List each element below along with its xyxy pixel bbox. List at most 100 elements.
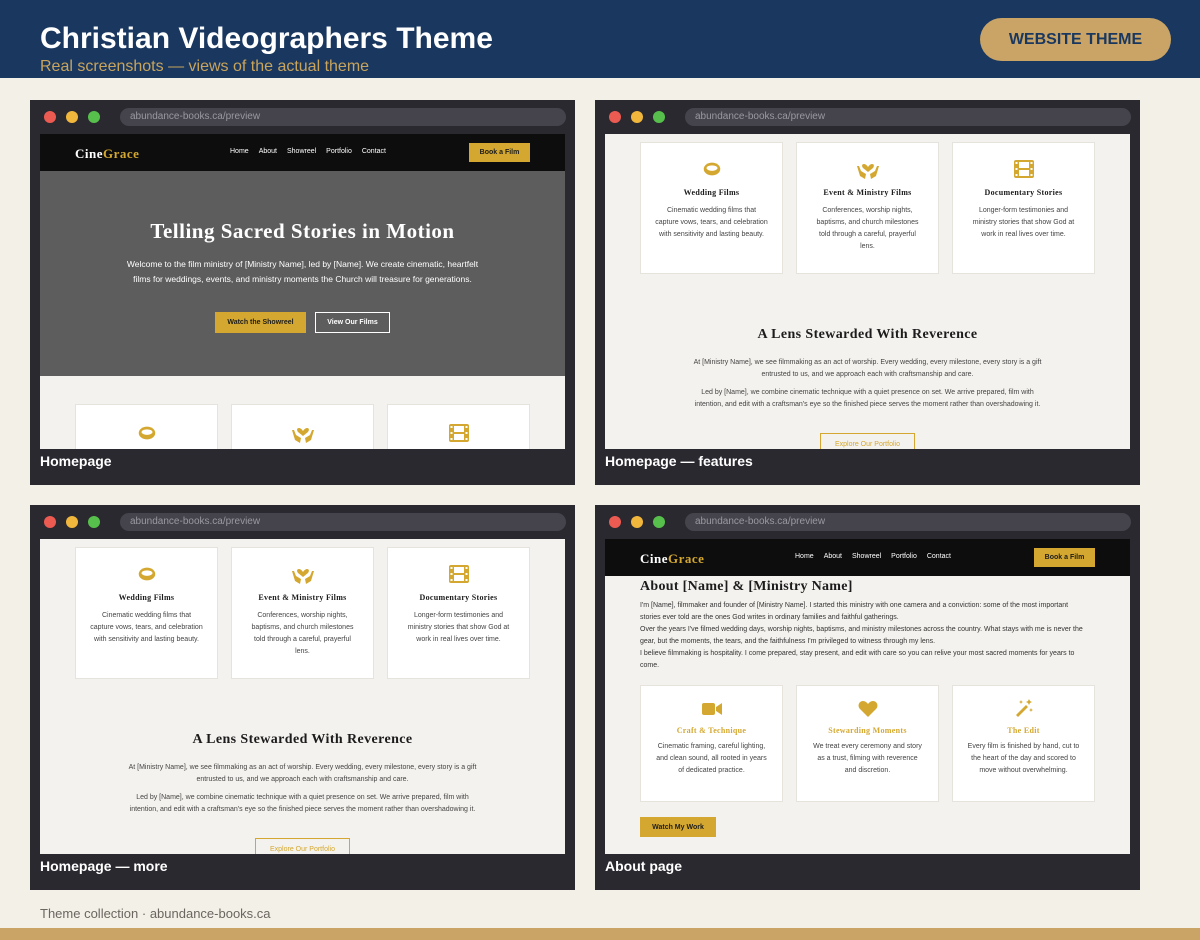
hands-heart-icon: [291, 569, 314, 584]
site-nav: Home About Showreel Portfolio Contact: [795, 553, 961, 560]
browser-viewport: Wedding Films Cinematic wedding films th…: [605, 134, 1130, 449]
book-film-button[interactable]: Book a Film: [469, 143, 530, 162]
site-logo[interactable]: CineGrace: [640, 551, 704, 567]
logo-grace: Grace: [668, 551, 705, 566]
close-dot-icon: [609, 516, 621, 528]
minimize-dot-icon: [631, 111, 643, 123]
browser-chrome: abundance-books.ca/preview: [595, 100, 1140, 134]
feature-card-documentary: [387, 404, 530, 449]
hands-heart-icon: [856, 164, 879, 179]
value-card-stewarding: Stewarding Moments We treat every ceremo…: [796, 685, 939, 802]
watch-showreel-button[interactable]: Watch the Showreel: [215, 312, 306, 333]
browser-viewport: CineGrace Home About Showreel Portfolio Cont…: [40, 134, 565, 449]
browser-chrome: abundance-books.ca/preview: [595, 505, 1140, 539]
lens-section-title: A Lens Stewarded With Reverence: [192, 732, 413, 747]
maximize-dot-icon: [653, 516, 665, 528]
site-logo[interactable]: CineGrace: [75, 146, 139, 162]
card-caption: Homepage — features: [605, 453, 753, 469]
screenshot-card-about: abundance-books.ca/preview CineGrace Hom…: [595, 505, 1140, 890]
ring-icon: [703, 162, 720, 176]
video-camera-icon: [701, 703, 722, 715]
ring-icon: [138, 567, 155, 581]
value-title: Craft & Technique: [676, 726, 747, 735]
minimize-dot-icon: [631, 516, 643, 528]
nav-contact[interactable]: Contact: [927, 553, 951, 560]
nav-showreel[interactable]: Showreel: [852, 553, 881, 560]
explore-portfolio-button[interactable]: Explore Our Portfolio: [820, 433, 915, 449]
film-icon: [448, 565, 469, 583]
lens-paragraph-2: Led by [Name], we combine cinematic tech…: [694, 389, 1041, 408]
nav-about[interactable]: About: [824, 553, 842, 560]
screenshot-card-homepage: abundance-books.ca/preview CineGrace Hom…: [30, 100, 575, 485]
explore-portfolio-button[interactable]: Explore Our Portfolio: [255, 838, 350, 854]
url-bar[interactable]: abundance-books.ca/preview: [120, 108, 566, 126]
book-film-button[interactable]: Book a Film: [1034, 548, 1095, 567]
lens-paragraph-1: At [Ministry Name], we see filmmaking as…: [128, 764, 477, 783]
page-header: Christian Videographers Theme Real scree…: [0, 0, 1200, 78]
value-text: Every film is finished by hand, cut to t…: [967, 743, 1080, 774]
logo-grace: Grace: [103, 146, 140, 161]
url-bar[interactable]: abundance-books.ca/preview: [685, 513, 1131, 531]
about-paragraph-2: Over the years I've filmed wedding days,…: [640, 626, 1083, 645]
nav-showreel[interactable]: Showreel: [287, 148, 316, 155]
feature-card-wedding: Wedding Films Cinematic wedding films th…: [640, 142, 783, 274]
feature-title: Documentary Stories: [984, 188, 1063, 197]
feature-title: Event & Ministry Films: [258, 593, 347, 602]
nav-contact[interactable]: Contact: [362, 148, 386, 155]
nav-about[interactable]: About: [259, 148, 277, 155]
value-title: The Edit: [1007, 726, 1040, 735]
feature-text: Cinematic wedding films that capture vow…: [655, 207, 768, 238]
footer-credit: Theme collection · abundance-books.ca: [40, 906, 271, 921]
feature-card-event: Event & Ministry Films Conferences, wors…: [796, 142, 939, 274]
website-theme-badge[interactable]: WEBSITE THEME: [980, 18, 1171, 61]
watch-my-work-button[interactable]: Watch My Work: [640, 817, 716, 837]
site-navbar: CineGrace Home About Showreel Portfolio Cont…: [605, 539, 1130, 576]
minimize-dot-icon: [66, 516, 78, 528]
about-paragraph-1: I'm [Name], filmmaker and founder of [Mi…: [640, 602, 1069, 621]
value-title: Stewarding Moments: [828, 726, 907, 735]
view-films-button[interactable]: View Our Films: [315, 312, 390, 333]
value-card-edit: The Edit Every film is finished by hand,…: [952, 685, 1095, 802]
browser-viewport: Wedding Films Cinematic wedding films th…: [40, 539, 565, 854]
maximize-dot-icon: [88, 516, 100, 528]
screenshot-card-more: abundance-books.ca/preview Wedding Films…: [30, 505, 575, 890]
value-card-craft: Craft & Technique Cinematic framing, car…: [640, 685, 783, 802]
card-caption: About page: [605, 858, 682, 874]
feature-title: Event & Ministry Films: [823, 188, 912, 197]
feature-title: Wedding Films: [118, 593, 175, 602]
feature-card-wedding: Wedding Films Cinematic wedding films th…: [75, 547, 218, 679]
feature-card-event: [231, 404, 374, 449]
logo-cine: Cine: [75, 146, 103, 161]
url-bar[interactable]: abundance-books.ca/preview: [685, 108, 1131, 126]
feature-card-event: Event & Ministry Films Conferences, wors…: [231, 547, 374, 679]
lens-paragraph-2: Led by [Name], we combine cinematic tech…: [129, 794, 476, 813]
nav-portfolio[interactable]: Portfolio: [891, 553, 917, 560]
value-text: Cinematic framing, careful lighting, and…: [656, 743, 767, 774]
minimize-dot-icon: [66, 111, 78, 123]
about-title: About [Name] & [Ministry Name]: [640, 579, 853, 594]
bottom-accent-bar: [0, 928, 1200, 940]
nav-portfolio[interactable]: Portfolio: [326, 148, 352, 155]
hero-text: Welcome to the film ministry of [Ministr…: [126, 259, 479, 284]
hero-section: Telling Sacred Stories in Motion Welcome…: [40, 171, 565, 376]
close-dot-icon: [609, 111, 621, 123]
feature-text: Conferences, worship nights, baptisms, a…: [816, 207, 919, 250]
nav-home[interactable]: Home: [795, 553, 814, 560]
close-dot-icon: [44, 516, 56, 528]
card-caption: Homepage — more: [40, 858, 168, 874]
feature-text: Cinematic wedding films that capture vow…: [90, 612, 203, 643]
maximize-dot-icon: [88, 111, 100, 123]
lens-section-title: A Lens Stewarded With Reverence: [757, 327, 978, 342]
card-caption: Homepage: [40, 453, 112, 469]
hero-title: Telling Sacred Stories in Motion: [150, 219, 455, 243]
logo-cine: Cine: [640, 551, 668, 566]
feature-text: Conferences, worship nights, baptisms, a…: [251, 612, 354, 655]
url-bar[interactable]: abundance-books.ca/preview: [120, 513, 566, 531]
ring-icon: [138, 426, 155, 440]
nav-home[interactable]: Home: [230, 148, 249, 155]
hands-heart-icon: [291, 428, 314, 443]
browser-chrome: abundance-books.ca/preview: [30, 100, 575, 134]
feature-card-documentary: Documentary Stories Longer-form testimon…: [387, 547, 530, 679]
magic-wand-icon: [1015, 699, 1033, 717]
feature-card-wedding: [75, 404, 218, 449]
